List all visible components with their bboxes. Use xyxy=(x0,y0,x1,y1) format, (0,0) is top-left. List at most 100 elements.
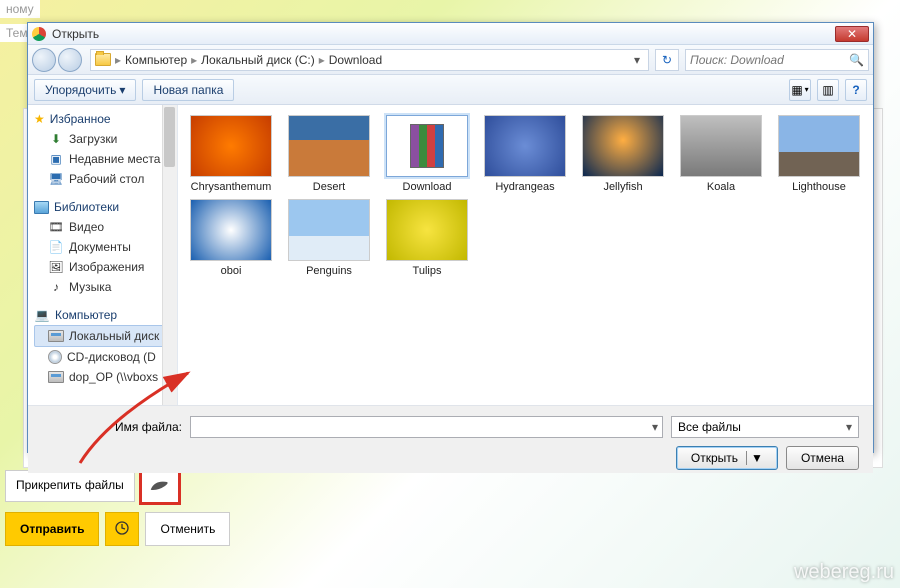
open-file-dialog: Открыть ✕ ▸ Компьютер ▸ Локальный диск (… xyxy=(27,22,874,453)
breadcrumb[interactable]: ▸ Компьютер ▸ Локальный диск (C:) ▸ Down… xyxy=(90,49,649,71)
sidebar-video[interactable]: 🎞Видео xyxy=(34,217,171,237)
chevron-right-icon: ▸ xyxy=(191,53,197,67)
sidebar-network-drive[interactable]: dop_OP (\\vboxs xyxy=(34,367,171,387)
search-icon: 🔍 xyxy=(849,53,864,67)
file-item[interactable]: Download xyxy=(380,115,474,193)
new-folder-button[interactable]: Новая папка xyxy=(142,79,234,101)
chevron-right-icon: ▸ xyxy=(319,53,325,67)
attach-files-button[interactable]: Прикрепить файлы xyxy=(5,470,135,502)
open-button-label: Открыть xyxy=(691,451,738,465)
file-item[interactable]: Hydrangeas xyxy=(478,115,572,193)
sidebar-item-label: Рабочий стол xyxy=(69,172,144,186)
schedule-send-button[interactable] xyxy=(105,512,139,546)
file-label: Lighthouse xyxy=(772,181,866,193)
sidebar-item-label: Локальный диск xyxy=(69,329,159,343)
help-icon: ? xyxy=(852,83,859,97)
sidebar-computer[interactable]: 💻 Компьютер xyxy=(34,305,171,325)
sidebar-libraries[interactable]: Библиотеки xyxy=(34,197,171,217)
send-button[interactable]: Отправить xyxy=(5,512,99,546)
search-input[interactable] xyxy=(690,53,849,67)
refresh-button[interactable]: ↻ xyxy=(655,49,679,71)
sidebar-cd-drive[interactable]: CD-дисковод (D xyxy=(34,347,171,367)
sidebar: ★Избранное ⬇Загрузки ▣ Недавние места 🖥Ра… xyxy=(28,105,178,405)
video-icon: 🎞 xyxy=(48,220,64,234)
thumbnails-icon: ▦ xyxy=(791,83,802,97)
dialog-titlebar[interactable]: Открыть ✕ xyxy=(28,23,873,45)
music-icon: ♪ xyxy=(48,280,64,294)
preview-pane-button[interactable]: ▥ xyxy=(817,79,839,101)
file-type-filter[interactable]: Все файлы ▾ xyxy=(671,416,859,438)
sidebar-favorites[interactable]: ★Избранное xyxy=(34,109,171,129)
nav-back-button[interactable] xyxy=(32,48,56,72)
sidebar-item-label: dop_OP (\\vboxs xyxy=(69,370,158,384)
sidebar-scrollbar[interactable] xyxy=(162,105,177,405)
cancel-compose-button[interactable]: Отменить xyxy=(145,512,230,546)
organize-button[interactable]: Упорядочить ▾ xyxy=(34,79,136,101)
view-mode-button[interactable]: ▦▾ xyxy=(789,79,811,101)
file-thumbnail xyxy=(680,115,762,177)
organize-label: Упорядочить xyxy=(45,83,116,97)
file-label: oboi xyxy=(184,265,278,277)
file-thumbnail xyxy=(484,115,566,177)
file-label: Koala xyxy=(674,181,768,193)
close-button[interactable]: ✕ xyxy=(835,26,869,42)
dialog-title: Открыть xyxy=(52,27,835,41)
sidebar-documents[interactable]: 📄Документы xyxy=(34,237,171,257)
file-item[interactable]: Jellyfish xyxy=(576,115,670,193)
search-box[interactable]: 🔍 xyxy=(685,49,869,71)
sidebar-images[interactable]: 🖼Изображения xyxy=(34,257,171,277)
sidebar-desktop[interactable]: 🖥Рабочий стол xyxy=(34,169,171,189)
cancel-button[interactable]: Отмена xyxy=(786,446,859,470)
file-thumbnail xyxy=(190,115,272,177)
open-button-split[interactable]: ▼ xyxy=(746,451,763,465)
refresh-icon: ↻ xyxy=(662,53,672,67)
hdd-icon xyxy=(48,330,64,342)
sidebar-music[interactable]: ♪ Музыка xyxy=(34,277,171,297)
file-item[interactable]: Penguins xyxy=(282,199,376,277)
file-item[interactable]: oboi xyxy=(184,199,278,277)
computer-icon: 💻 xyxy=(34,308,50,322)
chevron-down-icon[interactable]: ▾ xyxy=(652,420,658,434)
sidebar-item-label: Музыка xyxy=(69,280,111,294)
breadcrumb-drive-c[interactable]: Локальный диск (C:) xyxy=(201,53,315,67)
star-icon: ★ xyxy=(34,112,45,126)
breadcrumb-computer[interactable]: Компьютер xyxy=(125,53,187,67)
sidebar-libraries-label: Библиотеки xyxy=(54,200,119,214)
clock-icon xyxy=(115,521,129,538)
recent-icon: ▣ xyxy=(48,152,64,166)
breadcrumb-download[interactable]: Download xyxy=(329,53,382,67)
sidebar-computer-label: Компьютер xyxy=(55,308,117,322)
file-label: Tulips xyxy=(380,265,474,277)
file-thumbnail xyxy=(582,115,664,177)
file-pane[interactable]: Chrysanthemum Desert Download Hydrangeas… xyxy=(178,105,873,405)
chevron-down-icon: ▾ xyxy=(119,83,125,97)
images-icon: 🖼 xyxy=(48,260,64,274)
path-dropdown[interactable]: ▾ xyxy=(630,53,644,67)
sidebar-drive-c[interactable]: Локальный диск xyxy=(34,325,171,347)
file-thumbnail xyxy=(190,199,272,261)
file-thumbnail xyxy=(778,115,860,177)
file-label: Hydrangeas xyxy=(478,181,572,193)
file-item[interactable]: Desert xyxy=(282,115,376,193)
file-item[interactable]: Chrysanthemum xyxy=(184,115,278,193)
to-field-label: ному xyxy=(0,0,40,18)
chevron-down-icon[interactable]: ▾ xyxy=(846,420,852,434)
file-label: Download xyxy=(380,181,474,193)
file-item[interactable]: Koala xyxy=(674,115,768,193)
brush-icon xyxy=(149,478,171,495)
scrollbar-thumb[interactable] xyxy=(164,107,175,167)
file-item[interactable]: Lighthouse xyxy=(772,115,866,193)
sidebar-recent[interactable]: ▣ Недавние места xyxy=(34,149,171,169)
sidebar-downloads[interactable]: ⬇Загрузки xyxy=(34,129,171,149)
nav-forward-button[interactable] xyxy=(58,48,82,72)
filename-input[interactable]: ▾ xyxy=(190,416,663,438)
watermark: webereg.ru xyxy=(794,561,894,584)
open-button[interactable]: Открыть ▼ xyxy=(676,446,778,470)
file-item[interactable]: Tulips xyxy=(380,199,474,277)
archive-icon xyxy=(410,124,444,168)
sidebar-item-label: Документы xyxy=(69,240,131,254)
help-button[interactable]: ? xyxy=(845,79,867,101)
filter-label: Все файлы xyxy=(678,420,741,434)
sidebar-item-label: Недавние места xyxy=(69,152,160,166)
file-label: Jellyfish xyxy=(576,181,670,193)
